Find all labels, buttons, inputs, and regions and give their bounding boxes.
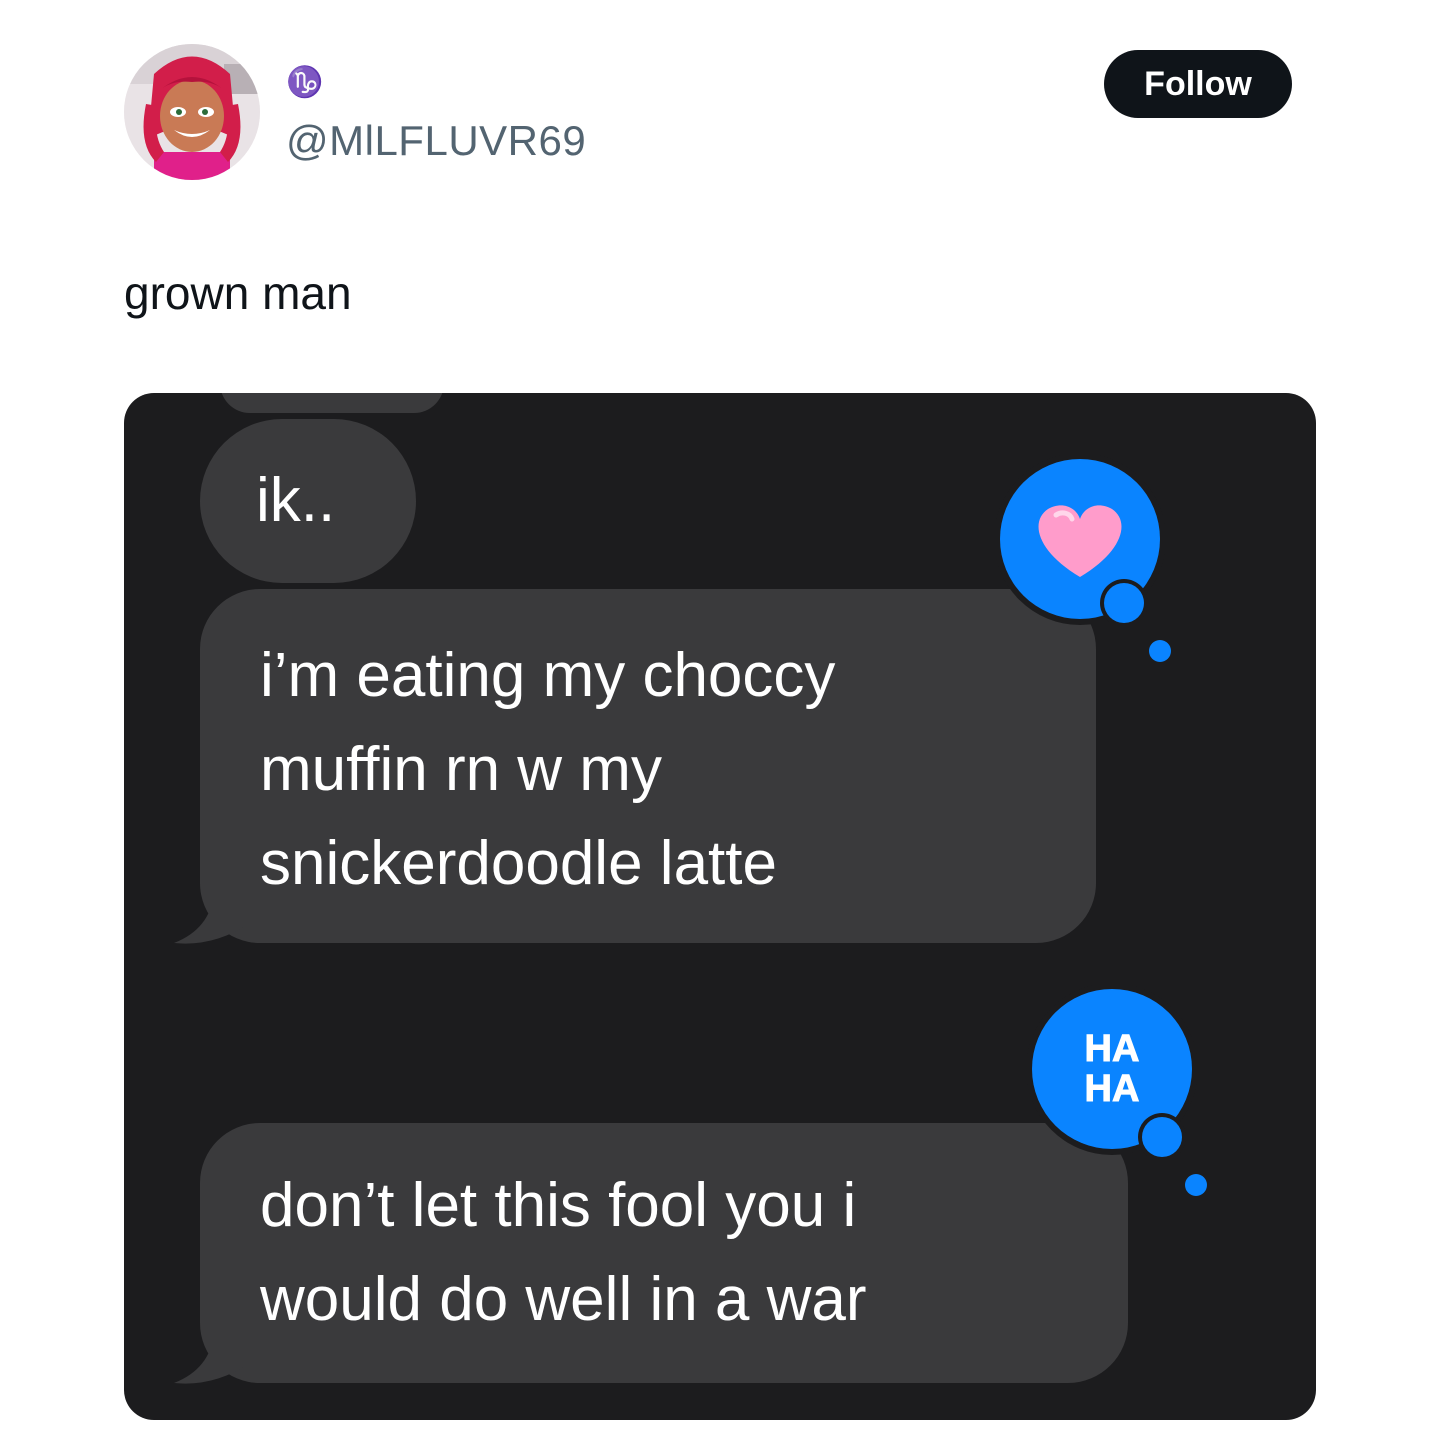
partial-message-bubble — [220, 393, 444, 413]
avatar-image — [124, 44, 260, 180]
user-handle[interactable]: @MlLFLUVR69 — [286, 120, 586, 162]
haha-icon: HA HA — [1084, 1028, 1140, 1111]
follow-button[interactable]: Follow — [1104, 50, 1292, 118]
tweet-text: grown man — [124, 267, 352, 319]
bubble-tail — [174, 1333, 250, 1384]
display-name[interactable]: ♑ — [286, 68, 323, 98]
avatar[interactable] — [124, 44, 260, 180]
message-bubble: don’t let this fool you i would do well … — [200, 1123, 1128, 1383]
message-line: would do well in a war — [260, 1265, 867, 1334]
message-line: snickerdoodle latte — [260, 829, 777, 898]
tweet-media-image[interactable]: ik.. i’m eating my choccy muffin rn w my… — [124, 393, 1316, 1420]
message-bubble: ik.. — [200, 419, 416, 583]
haha-reaction: HA HA — [1026, 985, 1207, 1196]
message-line: muffin rn w my — [260, 735, 662, 804]
svg-text:HA: HA — [1085, 1068, 1140, 1110]
svg-text:HA: HA — [1085, 1028, 1140, 1070]
message-bubble: i’m eating my choccy muffin rn w my snic… — [200, 589, 1096, 943]
message-line: i’m eating my choccy — [260, 641, 836, 710]
heart-reaction — [996, 455, 1171, 662]
message-line: don’t let this fool you i — [260, 1171, 857, 1240]
message-text: ik.. — [256, 466, 336, 535]
bubble-tail — [174, 893, 250, 944]
